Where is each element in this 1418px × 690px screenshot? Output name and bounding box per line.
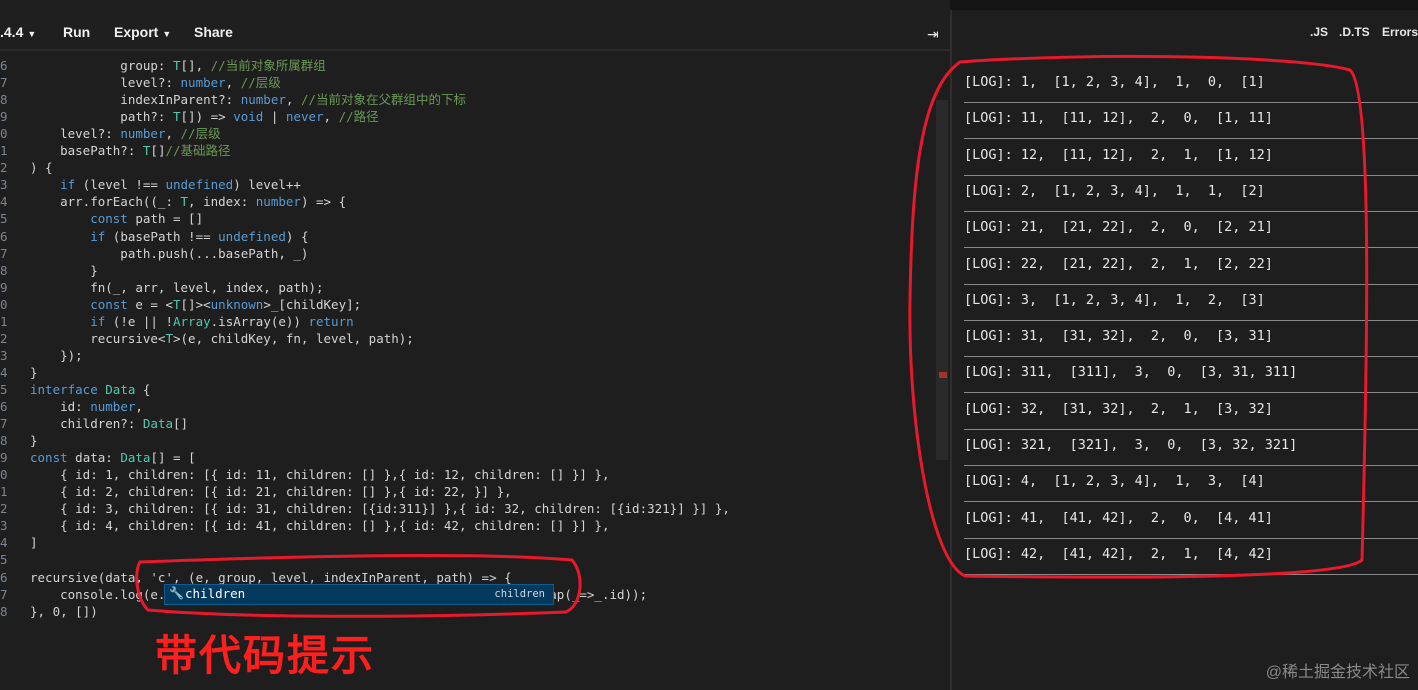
annotation-circle-code [135, 554, 582, 618]
annotation-circle-output [908, 54, 1369, 579]
annotation-caption: 带代码提示 [155, 631, 376, 680]
annotation-overlay [135, 54, 1369, 618]
watermark: @稀土掘金技术社区 [1265, 664, 1410, 681]
